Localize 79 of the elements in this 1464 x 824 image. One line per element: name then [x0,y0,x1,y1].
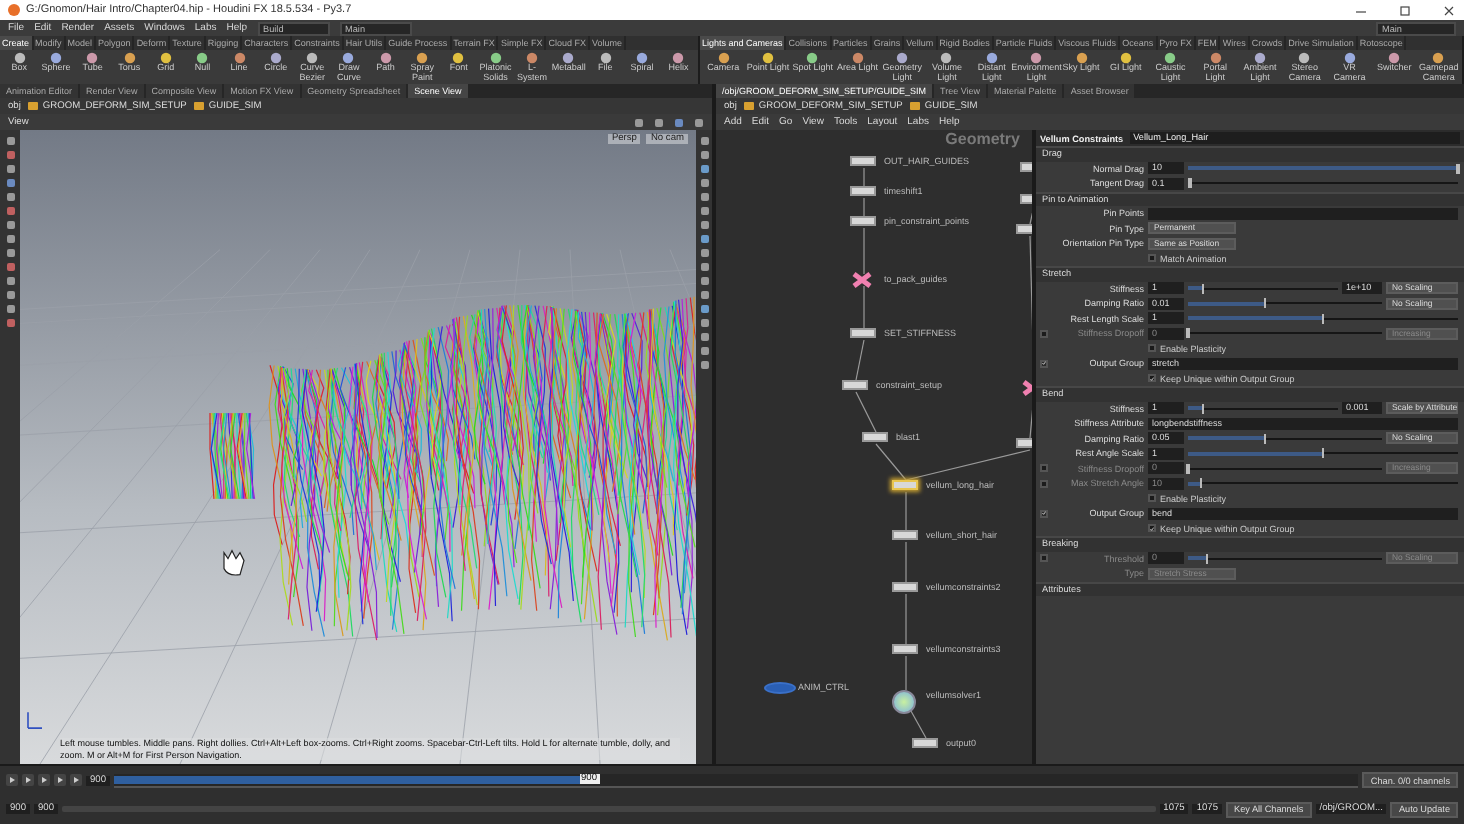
slider-track[interactable] [1188,403,1338,414]
tool-icon[interactable] [379,52,392,64]
tool-icon[interactable] [306,52,319,64]
tool-icon[interactable] [342,52,355,64]
playback-button[interactable] [22,774,34,787]
tool-icon[interactable] [526,52,539,64]
slider-track[interactable] [1188,283,1338,294]
tool-icon[interactable] [1209,52,1222,64]
app-icon [8,4,20,16]
control-node[interactable] [764,682,796,694]
slider-track[interactable] [1188,448,1458,459]
node[interactable] [850,186,876,196]
tool-icon[interactable] [123,52,136,64]
checkbox[interactable] [1148,374,1156,383]
tool-icon[interactable] [269,52,282,64]
folder-icon [28,102,39,110]
context-label: Geometry [945,130,1020,148]
axis-icon [27,711,43,729]
tool-icon[interactable] [599,52,612,64]
tool-icon[interactable] [806,52,819,64]
3d-viewport[interactable] [20,130,696,764]
tool-icon[interactable] [452,52,465,64]
slider-track[interactable] [1188,298,1382,309]
playback-button[interactable] [70,774,82,787]
tool-icon[interactable] [196,52,209,64]
slider-track[interactable] [1188,178,1458,189]
node[interactable] [892,582,918,592]
folder-icon [910,102,921,110]
tool-icon[interactable] [985,52,998,64]
playback-button[interactable] [38,774,50,787]
tool-icon[interactable] [49,52,62,64]
tool-icon[interactable] [86,52,99,64]
solver-node[interactable] [892,690,916,714]
node[interactable] [862,432,888,442]
text-field[interactable] [1148,207,1458,220]
tool-icon[interactable] [1298,52,1311,64]
cross-node-icon[interactable] [852,272,872,288]
tool-icon[interactable] [940,52,953,64]
tool-icon[interactable] [672,52,685,64]
node[interactable] [842,380,868,390]
tool-icon[interactable] [762,52,775,64]
tool-icon[interactable] [159,52,172,64]
maximize-icon[interactable] [1398,3,1412,17]
slider-track[interactable] [1188,313,1458,324]
tool-icon[interactable] [562,52,575,64]
node-connection [855,391,877,433]
node[interactable] [850,328,876,338]
tool-icon[interactable] [416,52,429,64]
tool-icon[interactable] [1388,52,1401,64]
tool-icon[interactable] [717,52,730,64]
close-icon[interactable] [1442,3,1456,17]
tool-icon[interactable] [1432,52,1445,64]
tool-icon[interactable] [1075,52,1088,64]
tool-icon[interactable] [1030,52,1043,64]
tool-icon[interactable] [489,52,502,64]
playback-button[interactable] [54,774,66,787]
tool-icon[interactable] [13,52,26,64]
tool-icon[interactable] [896,52,909,64]
node-connection [855,339,865,381]
node[interactable] [912,738,938,748]
tool-icon[interactable] [851,52,864,64]
tool-icon[interactable] [1343,52,1356,64]
tool-icon[interactable] [1253,52,1266,64]
slider-track[interactable] [1188,163,1458,174]
checkbox[interactable] [1148,524,1156,533]
node[interactable] [892,644,918,654]
tool-icon[interactable] [635,52,648,64]
hand-cursor-icon [223,550,245,576]
node[interactable] [850,156,876,166]
folder-icon [194,102,205,110]
tool-icon[interactable] [1164,52,1177,64]
playback-button[interactable] [6,774,18,787]
node[interactable] [892,480,918,490]
tool-icon[interactable] [1119,52,1132,64]
node[interactable] [892,530,918,540]
tool-icon[interactable] [233,52,246,64]
slider-track[interactable] [1188,433,1382,444]
node[interactable] [850,216,876,226]
folder-icon [744,102,755,110]
